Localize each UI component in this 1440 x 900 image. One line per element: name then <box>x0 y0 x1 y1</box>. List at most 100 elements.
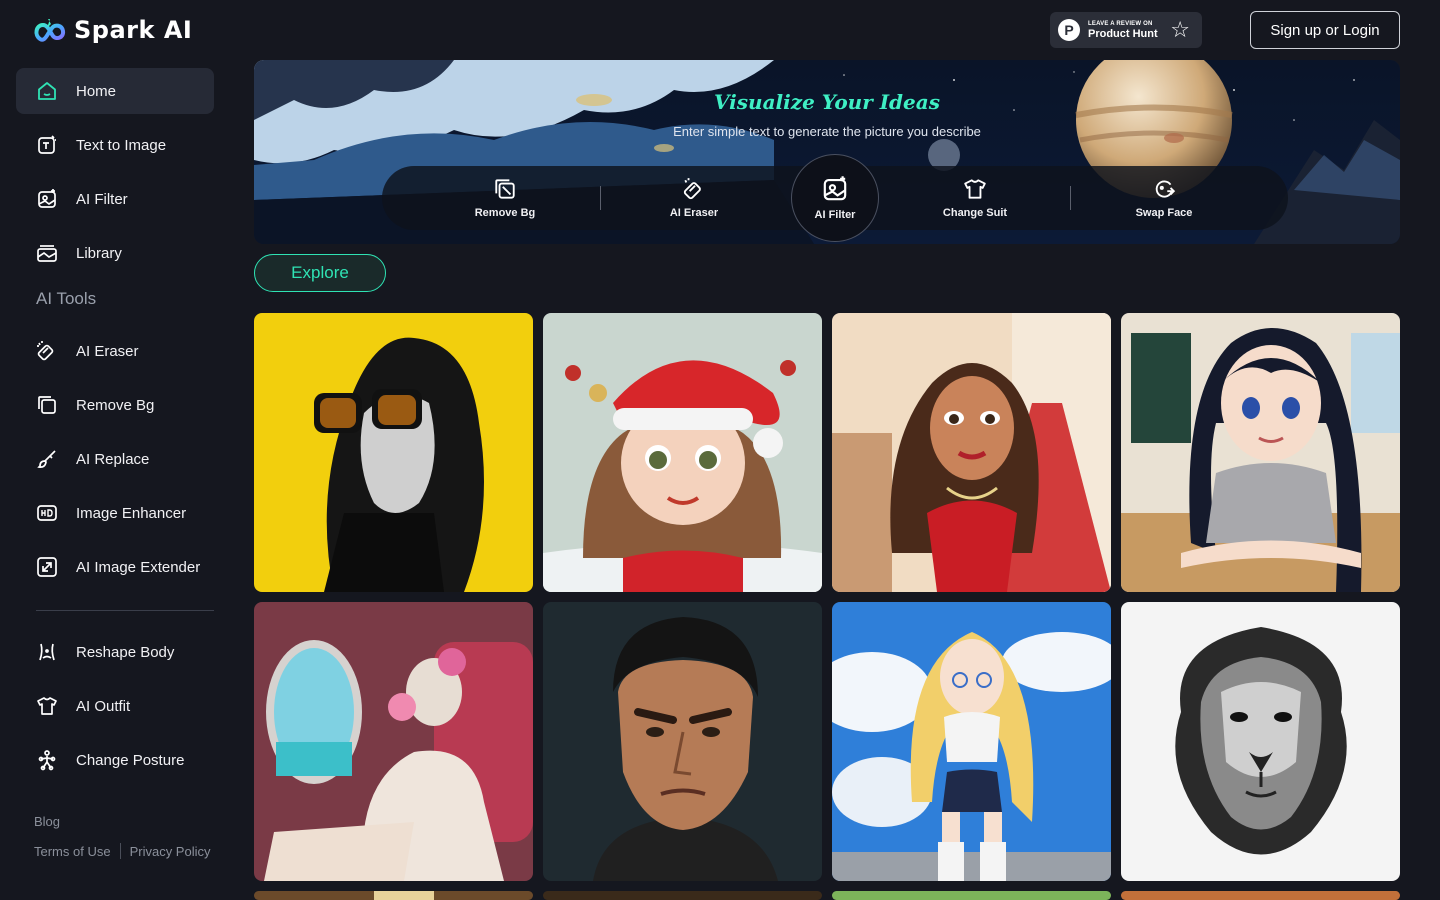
terms-link[interactable]: Terms of Use <box>34 844 111 859</box>
shirt-icon <box>964 179 986 199</box>
hero-banner: Visualize Your Ideas Enter simple text t… <box>254 60 1400 244</box>
privacy-link[interactable]: Privacy Policy <box>130 844 211 859</box>
lion-sketch-image <box>1121 602 1400 881</box>
sidebar-item-label: Reshape Body <box>76 643 175 661</box>
tool-label: Swap Face <box>1135 207 1193 219</box>
sidebar-nav: Home Text to Image AI Filter Library AI … <box>16 68 214 791</box>
sidebar-item-library[interactable]: Library <box>16 230 214 276</box>
text-to-image-icon <box>36 134 58 156</box>
explore-button[interactable]: Explore <box>254 254 386 292</box>
tool-swap-face[interactable]: Swap Face <box>1089 166 1239 230</box>
ai-filter-icon <box>823 176 847 201</box>
sidebar-item-change-posture[interactable]: Change Posture <box>16 737 214 783</box>
sidebar-item-label: AI Image Extender <box>76 558 201 576</box>
tool-ai-eraser[interactable]: AI Eraser <box>619 166 769 230</box>
home-icon <box>36 80 58 102</box>
section-title-ai-tools: AI Tools <box>36 289 97 308</box>
sidebar-item-ai-eraser[interactable]: AI Eraser <box>16 328 214 374</box>
logo-text: Spark AI <box>74 16 193 44</box>
sidebar-item-label: Home <box>76 82 117 100</box>
expand-icon <box>36 556 58 578</box>
row3-image-3 <box>832 891 1111 900</box>
ai-filter-icon <box>36 188 58 210</box>
gallery-image-angry-man[interactable] <box>543 602 822 881</box>
logo-icon <box>34 19 66 42</box>
gallery-image-anime-classroom-girl[interactable] <box>1121 313 1400 592</box>
login-button[interactable]: Sign up or Login <box>1250 11 1400 49</box>
swap-face-icon <box>1155 180 1176 198</box>
woman-red-dress-image <box>832 313 1111 592</box>
eraser-icon <box>36 340 58 362</box>
brush-icon <box>36 448 58 470</box>
sidebar-item-label: AI Replace <box>76 450 150 468</box>
row3-image-1 <box>254 891 533 900</box>
row3-image-4 <box>1121 891 1400 900</box>
banner-subtitle: Enter simple text to generate the pictur… <box>673 124 981 139</box>
tool-separator <box>600 186 601 210</box>
quick-tools-bar: Remove Bg AI Eraser AI Filter Change Sui… <box>382 154 1288 242</box>
sidebar-item-ai-replace[interactable]: AI Replace <box>16 436 214 482</box>
angry-man-image <box>543 602 822 881</box>
banner-title: Visualize Your Ideas <box>714 90 940 114</box>
product-hunt-caption: LEAVE A REVIEW ON <box>1088 20 1153 27</box>
sidebar-divider <box>36 610 214 611</box>
body-icon <box>36 641 58 663</box>
tool-ai-filter[interactable]: AI Filter <box>791 154 879 242</box>
gallery-image-woman-sunglasses[interactable] <box>254 313 533 592</box>
row3-image-2 <box>543 891 822 900</box>
christmas-girl-image <box>543 313 822 592</box>
tool-remove-bg[interactable]: Remove Bg <box>430 166 580 230</box>
gallery-image-row3-4[interactable] <box>1121 891 1400 900</box>
sidebar-item-label: AI Filter <box>76 190 128 208</box>
star-icon: ☆ <box>1170 17 1190 42</box>
sidebar: Spark AI Home Text to Image AI Filter Li… <box>0 0 230 900</box>
statue-airplane-image <box>254 602 533 881</box>
sidebar-item-ai-filter[interactable]: AI Filter <box>16 176 214 222</box>
gallery-image-row3-2[interactable] <box>543 891 822 900</box>
sidebar-item-reshape-body[interactable]: Reshape Body <box>16 629 214 675</box>
sidebar-item-home[interactable]: Home <box>16 68 214 114</box>
anime-classroom-girl-image <box>1121 313 1400 592</box>
woman-sunglasses-image <box>254 313 533 592</box>
sidebar-item-label: Library <box>76 244 122 262</box>
sidebar-item-ai-image-extender[interactable]: AI Image Extender <box>16 544 214 590</box>
sidebar-item-label: Image Enhancer <box>76 504 187 522</box>
tool-label: Change Suit <box>942 207 1008 219</box>
gallery-image-row3-1[interactable] <box>254 891 533 900</box>
sidebar-item-image-enhancer[interactable]: Image Enhancer <box>16 490 214 536</box>
sidebar-item-label: Text to Image <box>76 136 167 154</box>
library-icon <box>36 242 58 264</box>
remove-bg-icon <box>36 394 58 416</box>
gallery-image-row3-3[interactable] <box>832 891 1111 900</box>
sidebar-item-remove-bg[interactable]: Remove Bg <box>16 382 214 428</box>
footer-separator <box>119 843 121 859</box>
sidebar-item-label: Change Posture <box>76 751 185 769</box>
tool-separator <box>1070 186 1071 210</box>
shirt-icon <box>36 695 58 717</box>
tool-change-suit[interactable]: Change Suit <box>900 166 1050 230</box>
anime-blonde-girl-image <box>832 602 1111 881</box>
hd-icon <box>36 502 58 524</box>
sidebar-item-ai-outfit[interactable]: AI Outfit <box>16 683 214 729</box>
sidebar-item-label: AI Eraser <box>76 342 139 360</box>
eraser-icon <box>683 178 701 200</box>
sidebar-item-label: Remove Bg <box>76 396 155 414</box>
gallery-image-anime-blonde-girl[interactable] <box>832 602 1111 881</box>
tool-label: AI Eraser <box>669 207 719 219</box>
sidebar-item-text-to-image[interactable]: Text to Image <box>16 122 214 168</box>
tool-label: Remove Bg <box>474 207 536 219</box>
gallery-image-woman-red-dress[interactable] <box>832 313 1111 592</box>
gallery-image-christmas-girl[interactable] <box>543 313 822 592</box>
product-hunt-icon: P <box>1058 19 1080 41</box>
gallery-image-lion-sketch[interactable] <box>1121 602 1400 881</box>
product-hunt-title: Product Hunt <box>1088 27 1158 40</box>
logo[interactable]: Spark AI <box>34 14 192 46</box>
blog-link[interactable]: Blog <box>34 814 60 829</box>
sidebar-footer: Blog Terms of Use Privacy Policy <box>34 812 211 872</box>
sidebar-item-label: AI Outfit <box>76 697 131 715</box>
posture-icon <box>36 749 58 771</box>
product-hunt-badge[interactable]: P LEAVE A REVIEW ON Product Hunt ☆ <box>1050 12 1202 48</box>
tool-label: AI Filter <box>814 209 856 221</box>
gallery-image-statue-airplane[interactable] <box>254 602 533 881</box>
remove-bg-icon <box>495 179 515 199</box>
